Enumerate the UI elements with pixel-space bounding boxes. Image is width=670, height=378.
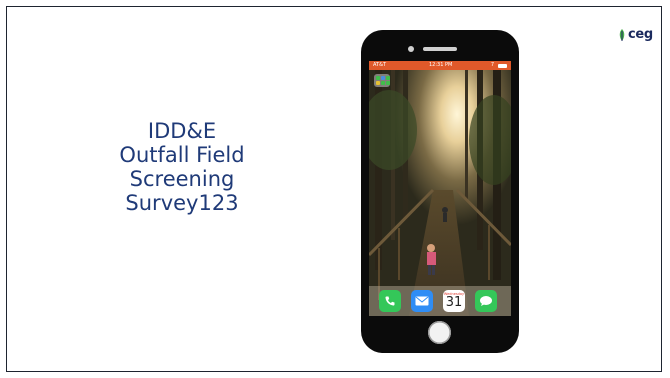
calendar-app-icon[interactable]: Wednesday 31 [443,290,465,312]
phone-screen: AT&T 12:31 PM 7 Wednesday 31 [369,61,511,316]
leaf-logo-icon [619,28,625,41]
front-camera [408,46,414,52]
status-signal: 7 [490,62,494,68]
phone-app-icon[interactable] [379,290,401,312]
speech-bubble-icon [480,296,492,306]
calendar-date: 31 [445,295,463,310]
envelope-icon [415,296,429,306]
status-bar: AT&T 12:31 PM 7 [369,61,511,70]
logo-text: ceg [628,27,653,42]
status-time: 12:31 PM [429,62,453,68]
phone-handset-icon [385,296,395,306]
slide-frame: IDD&E Outfall Field Screening Survey123 … [6,6,662,372]
mail-app-icon[interactable] [411,290,433,312]
app-folder-icon[interactable] [374,74,390,87]
home-button[interactable] [428,321,451,344]
slide-title: IDD&E Outfall Field Screening Survey123 [77,119,287,215]
messages-app-icon[interactable] [475,290,497,312]
forest-wallpaper [369,70,511,316]
title-line-4: Survey123 [125,191,239,215]
title-line-3: Screening [129,167,235,191]
phone-mockup: AT&T 12:31 PM 7 Wednesday 31 [361,30,519,353]
phone-speaker [423,47,457,51]
title-line-1: IDD&E [147,119,217,143]
carrier-label: AT&T [373,62,387,68]
title-line-2: Outfall Field [119,143,245,167]
ceg-logo: ceg [617,27,653,42]
app-dock: Wednesday 31 [369,286,511,316]
battery-icon [498,63,507,68]
